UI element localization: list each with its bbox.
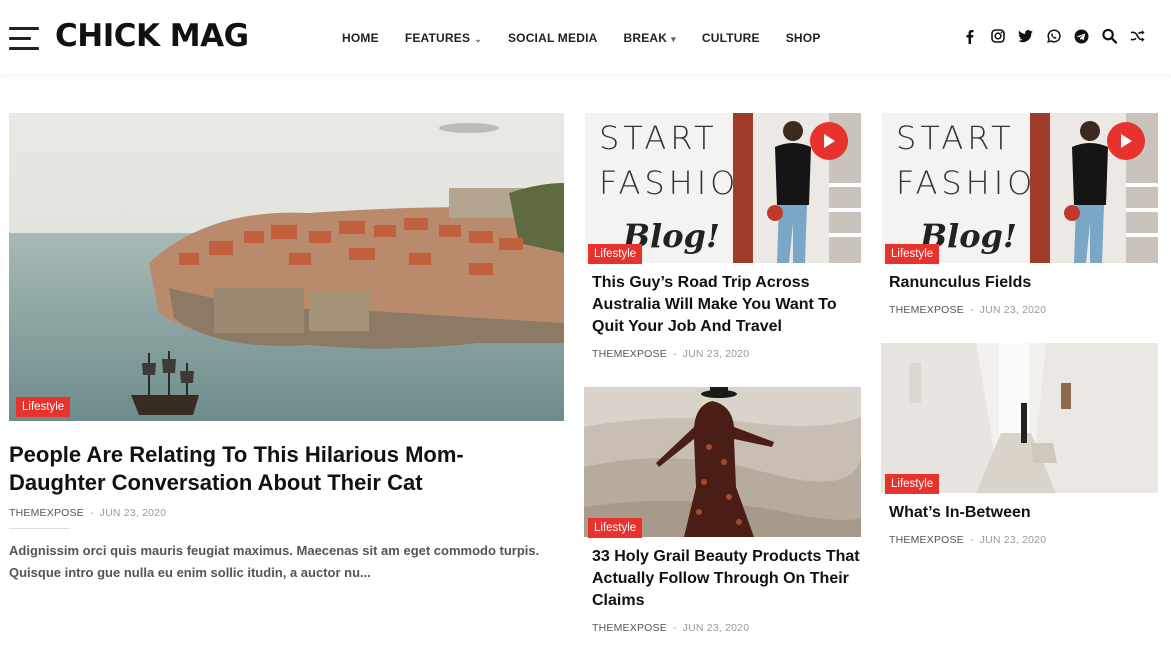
post-image[interactable]: START A FASHION Blog! <box>585 113 861 263</box>
post-date: JUN 23, 2020 <box>682 622 750 634</box>
post-title[interactable]: This Guy’s Road Trip Across Australia Wi… <box>592 272 858 338</box>
post-image[interactable] <box>881 343 1158 493</box>
post-image[interactable]: START A FASHION Blog! <box>882 113 1158 263</box>
post-title[interactable]: Ranunculus Fields <box>889 272 1155 294</box>
site-header: CHICK MAG HOME FEATURES ⌄ SOCIAL MEDIA BR… <box>0 0 1171 74</box>
post-date: JUN 23, 2020 <box>682 348 750 360</box>
menu-icon[interactable] <box>9 27 39 51</box>
header-icons <box>962 28 1145 44</box>
meta-separator: - <box>672 622 677 634</box>
post-image[interactable] <box>584 387 861 537</box>
post-meta: THEMEXPOSE - JUN 23, 2020 <box>592 622 749 634</box>
category-badge[interactable]: Lifestyle <box>885 474 940 494</box>
post-author[interactable]: THEMEXPOSE <box>9 507 84 519</box>
post-date: JUN 23, 2020 <box>979 534 1047 546</box>
telegram-icon[interactable] <box>1074 28 1089 44</box>
post-author[interactable]: THEMEXPOSE <box>592 622 667 634</box>
nav-label: HOME <box>342 31 379 45</box>
category-badge[interactable]: Lifestyle <box>588 244 643 264</box>
twitter-icon[interactable] <box>1018 28 1033 44</box>
facebook-icon[interactable] <box>962 28 977 44</box>
search-icon[interactable] <box>1102 28 1117 44</box>
main-post-title[interactable]: People Are Relating To This Hilarious Mo… <box>9 441 559 497</box>
nav-shop[interactable]: SHOP <box>786 31 821 45</box>
post-title[interactable]: What’s In-Between <box>889 502 1155 524</box>
category-badge[interactable]: Lifestyle <box>588 518 643 538</box>
category-badge[interactable]: Lifestyle <box>885 244 940 264</box>
play-button[interactable] <box>1107 122 1145 160</box>
nav-social-media[interactable]: SOCIAL MEDIA <box>508 31 598 45</box>
nav-label: FEATURES <box>404 31 471 45</box>
nav-label: BREAK <box>623 31 668 45</box>
post-author[interactable]: THEMEXPOSE <box>592 348 667 360</box>
nav-culture[interactable]: CULTURE <box>702 31 760 45</box>
meta-separator: - <box>672 348 677 360</box>
main-post-image[interactable] <box>9 113 564 421</box>
nav-label: CULTURE <box>701 31 760 45</box>
main-post-meta: THEMEXPOSE - JUN 23, 2020 <box>9 507 166 519</box>
meta-separator: - <box>969 534 974 546</box>
main-post-excerpt: Adignissim orci quis mauris feugiat maxi… <box>9 543 540 580</box>
nav-label: SOCIAL MEDIA <box>507 31 598 45</box>
instagram-icon[interactable] <box>990 28 1005 44</box>
caret-down-icon: ▾ <box>671 34 676 44</box>
post-meta: THEMEXPOSE - JUN 23, 2020 <box>889 304 1046 316</box>
post-meta: THEMEXPOSE - JUN 23, 2020 <box>889 534 1046 546</box>
nav-features[interactable]: FEATURES ⌄ <box>405 31 482 45</box>
post-date: JUN 23, 2020 <box>99 507 167 519</box>
shuffle-icon[interactable] <box>1130 28 1145 44</box>
play-button[interactable] <box>810 122 848 160</box>
post-title[interactable]: 33 Holy Grail Beauty Products That Actua… <box>592 546 862 612</box>
nav-label: SHOP <box>785 31 821 45</box>
divider <box>9 528 69 529</box>
category-badge[interactable]: Lifestyle <box>16 397 71 417</box>
site-logo[interactable]: CHICK MAG <box>55 18 249 54</box>
main-nav: HOME FEATURES ⌄ SOCIAL MEDIA BREAK ▾ CULTU… <box>342 31 847 45</box>
nav-home[interactable]: HOME <box>342 31 379 45</box>
chevron-down-icon: ⌄ <box>474 34 482 44</box>
post-author[interactable]: THEMEXPOSE <box>889 534 964 546</box>
post-author[interactable]: THEMEXPOSE <box>889 304 964 316</box>
nav-break[interactable]: BREAK ▾ <box>623 31 675 45</box>
meta-separator: - <box>89 507 94 519</box>
whatsapp-icon[interactable] <box>1046 28 1061 44</box>
post-meta: THEMEXPOSE - JUN 23, 2020 <box>592 348 749 360</box>
meta-separator: - <box>969 304 974 316</box>
post-date: JUN 23, 2020 <box>979 304 1047 316</box>
